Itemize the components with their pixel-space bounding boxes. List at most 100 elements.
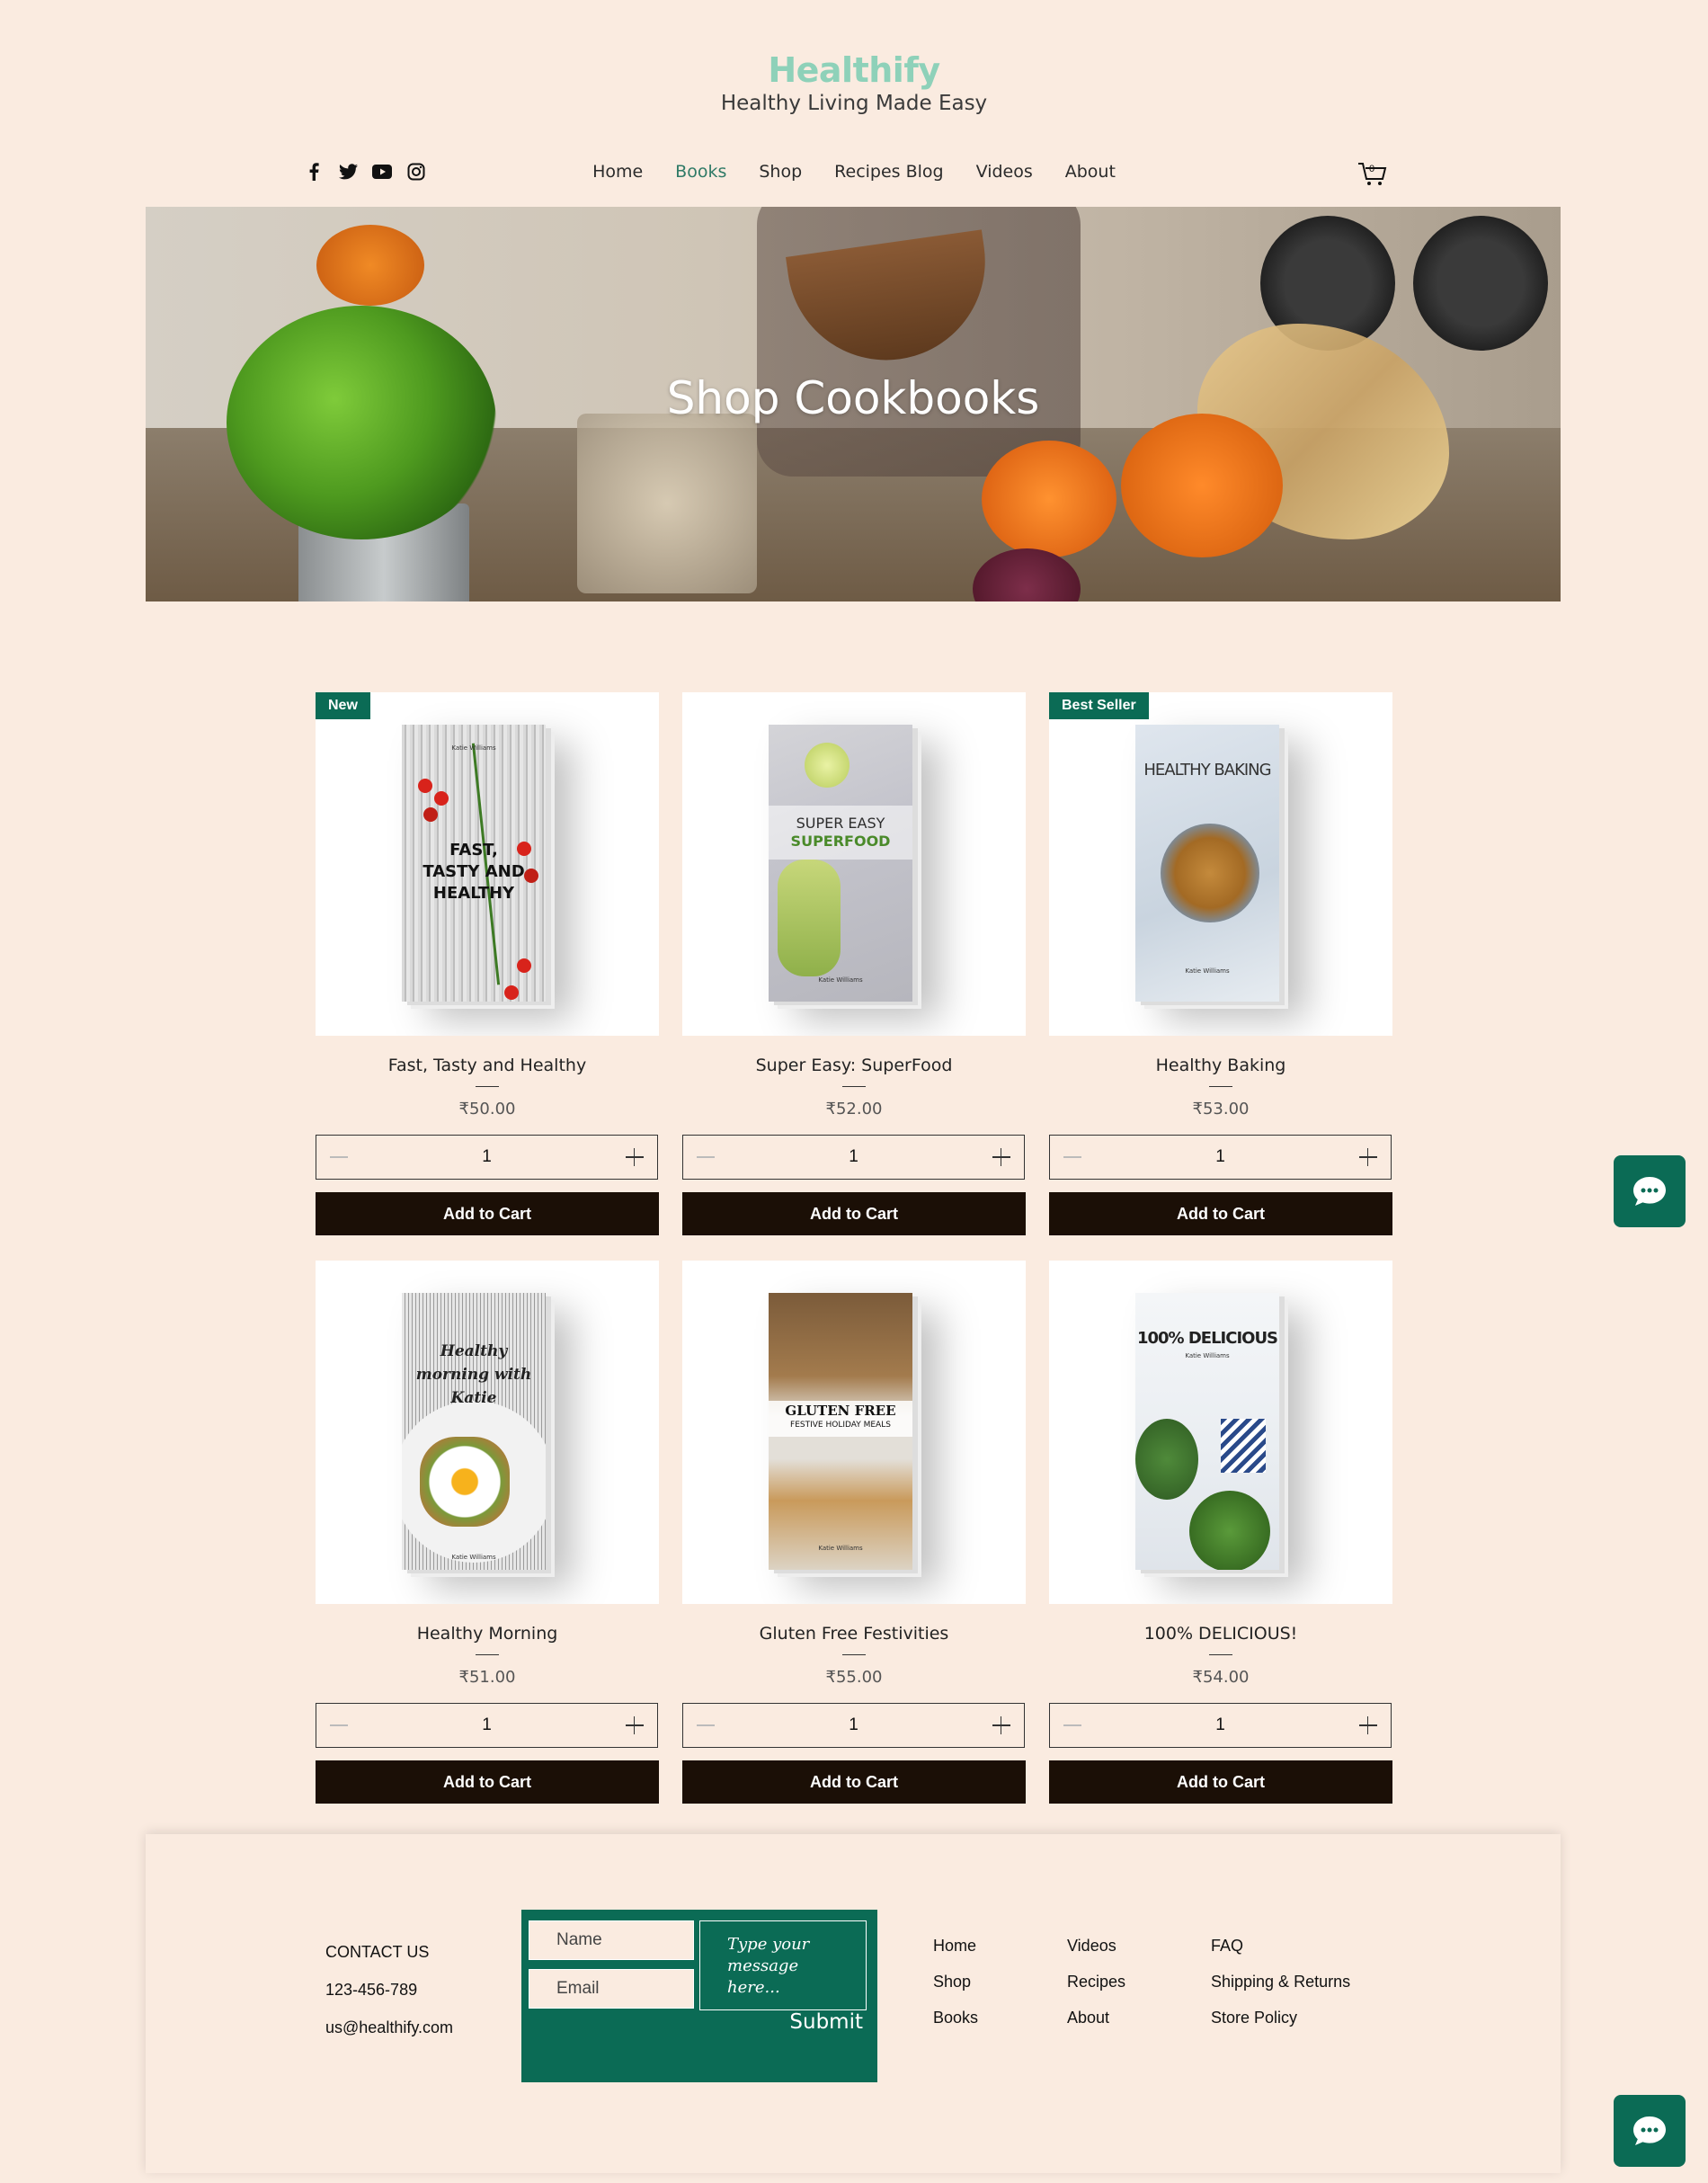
cover-subtitle: FESTIVE HOLIDAY MEALS xyxy=(790,1421,891,1430)
product-ribbon: New xyxy=(316,692,370,719)
cart-button[interactable]: 0 xyxy=(1357,160,1388,187)
decrease-quantity-button[interactable] xyxy=(1063,1147,1082,1167)
add-to-cart-button[interactable]: Add to Cart xyxy=(316,1760,659,1804)
increase-quantity-button[interactable] xyxy=(1358,1715,1378,1735)
quantity-stepper: 1 xyxy=(316,1135,658,1180)
product-name[interactable]: Healthy Morning xyxy=(316,1624,659,1644)
chat-icon xyxy=(1633,1177,1666,1206)
cover-title: HEALTHY BAKING xyxy=(1143,761,1271,780)
quantity-value[interactable]: 1 xyxy=(482,1147,492,1167)
increase-quantity-button[interactable] xyxy=(625,1147,645,1167)
increase-quantity-button[interactable] xyxy=(992,1147,1011,1167)
product-name[interactable]: Fast, Tasty and Healthy xyxy=(316,1056,659,1075)
contact-heading: CONTACT US xyxy=(325,1943,430,1961)
nav-videos[interactable]: Videos xyxy=(976,162,1033,182)
product-name[interactable]: Healthy Baking xyxy=(1049,1056,1392,1075)
chat-icon xyxy=(1633,2116,1666,2145)
quantity-value[interactable]: 1 xyxy=(482,1715,492,1735)
footer-link-store-policy[interactable]: Store Policy xyxy=(1211,2000,1350,2036)
contact-phone[interactable]: 123-456-789 xyxy=(325,1971,453,2009)
nav-shop[interactable]: Shop xyxy=(759,162,802,182)
product-name[interactable]: 100% DELICIOUS! xyxy=(1049,1624,1392,1644)
product-name[interactable]: Gluten Free Festivities xyxy=(682,1624,1026,1644)
product-card: Healthy morning with Katie Katie William… xyxy=(316,1261,659,1804)
cover-title: FAST, TASTY AND HEALTHY xyxy=(423,841,525,903)
contact-block: CONTACT US 123-456-789 us@healthify.com xyxy=(325,1933,453,2046)
cover-author: Katie Williams xyxy=(818,1545,863,1552)
submit-button[interactable]: Submit xyxy=(789,2010,863,2034)
site-footer: CONTACT US 123-456-789 us@healthify.com … xyxy=(146,1834,1561,2173)
product-divider xyxy=(1209,1086,1232,1087)
decrease-quantity-button[interactable] xyxy=(1063,1715,1082,1735)
decrease-quantity-button[interactable] xyxy=(329,1147,349,1167)
site-logo[interactable]: Healthify xyxy=(0,50,1708,90)
add-to-cart-button[interactable]: Add to Cart xyxy=(316,1192,659,1235)
nav-books[interactable]: Books xyxy=(675,162,726,182)
add-to-cart-button[interactable]: Add to Cart xyxy=(682,1760,1026,1804)
increase-quantity-button[interactable] xyxy=(992,1715,1011,1735)
decrease-quantity-button[interactable] xyxy=(696,1715,716,1735)
footer-links-col3: FAQ Shipping & Returns Store Policy xyxy=(1211,1928,1350,2036)
footer-link-about[interactable]: About xyxy=(1067,2000,1125,2036)
site-brand: Healthify Healthy Living Made Easy xyxy=(0,50,1708,115)
product-price: ₹50.00 xyxy=(458,1100,516,1118)
chat-button-footer[interactable] xyxy=(1614,2095,1686,2167)
product-name[interactable]: Super Easy: SuperFood xyxy=(682,1056,1026,1075)
quantity-value[interactable]: 1 xyxy=(1215,1147,1225,1167)
footer-link-recipes[interactable]: Recipes xyxy=(1067,1964,1125,2000)
product-image[interactable]: Best Seller HEALTHY BAKING Katie William… xyxy=(1049,692,1392,1036)
footer-links-col1: Home Shop Books xyxy=(933,1928,978,2036)
quantity-stepper: 1 xyxy=(682,1135,1025,1180)
book-cover: FAST, TASTY AND HEALTHY Katie Williams xyxy=(402,725,564,1002)
footer-link-faq[interactable]: FAQ xyxy=(1211,1928,1350,1964)
decrease-quantity-button[interactable] xyxy=(329,1715,349,1735)
quantity-value[interactable]: 1 xyxy=(1215,1715,1225,1735)
product-image[interactable]: 100% DELICIOUS Katie Williams xyxy=(1049,1261,1392,1604)
product-divider xyxy=(842,1086,866,1087)
increase-quantity-button[interactable] xyxy=(1358,1147,1378,1167)
product-image[interactable]: Healthy morning with Katie Katie William… xyxy=(316,1261,659,1604)
book-cover: 100% DELICIOUS Katie Williams xyxy=(1135,1293,1297,1570)
quantity-stepper: 1 xyxy=(1049,1135,1392,1180)
chat-button[interactable] xyxy=(1614,1155,1686,1227)
add-to-cart-button[interactable]: Add to Cart xyxy=(1049,1760,1392,1804)
book-cover: Healthy morning with Katie Katie William… xyxy=(402,1293,564,1570)
contact-form: Name Email Type your message here... Sub… xyxy=(521,1910,877,2082)
decrease-quantity-button[interactable] xyxy=(696,1147,716,1167)
quantity-value[interactable]: 1 xyxy=(849,1147,858,1167)
product-grid: New FAST, TASTY AND HEALTHY Katie Willia… xyxy=(316,692,1392,1804)
footer-link-home[interactable]: Home xyxy=(933,1928,978,1964)
hero-title: Shop Cookbooks xyxy=(666,372,1040,424)
footer-link-shop[interactable]: Shop xyxy=(933,1964,978,2000)
product-price: ₹55.00 xyxy=(825,1668,883,1687)
add-to-cart-button[interactable]: Add to Cart xyxy=(1049,1192,1392,1235)
contact-email[interactable]: us@healthify.com xyxy=(325,2009,453,2046)
cover-author: Katie Williams xyxy=(1185,967,1230,975)
product-divider xyxy=(1209,1654,1232,1655)
nav-about[interactable]: About xyxy=(1065,162,1116,182)
cover-title: Healthy morning with Katie xyxy=(415,1342,532,1407)
footer-link-videos[interactable]: Videos xyxy=(1067,1928,1125,1964)
product-price: ₹51.00 xyxy=(458,1668,516,1687)
name-field[interactable]: Name xyxy=(529,1920,694,1960)
product-divider xyxy=(476,1086,499,1087)
product-price: ₹54.00 xyxy=(1192,1668,1250,1687)
hero-pepper xyxy=(1121,414,1283,557)
product-card: 100% DELICIOUS Katie Williams 100% DELIC… xyxy=(1049,1261,1392,1804)
product-image[interactable]: New FAST, TASTY AND HEALTHY Katie Willia… xyxy=(316,692,659,1036)
footer-link-books[interactable]: Books xyxy=(933,2000,978,2036)
quantity-value[interactable]: 1 xyxy=(849,1715,858,1735)
cart-count: 0 xyxy=(1369,164,1375,174)
footer-link-shipping-returns[interactable]: Shipping & Returns xyxy=(1211,1964,1350,2000)
nav-recipes-blog[interactable]: Recipes Blog xyxy=(834,162,943,182)
footer-links-col2: Videos Recipes About xyxy=(1067,1928,1125,2036)
increase-quantity-button[interactable] xyxy=(625,1715,645,1735)
message-field[interactable]: Type your message here... xyxy=(699,1920,867,2010)
product-image[interactable]: SUPER EASY SUPERFOOD Katie Williams xyxy=(682,692,1026,1036)
nav-home[interactable]: Home xyxy=(592,162,643,182)
email-field[interactable]: Email xyxy=(529,1969,694,2009)
product-image[interactable]: GLUTEN FREE FESTIVE HOLIDAY MEALS Katie … xyxy=(682,1261,1026,1604)
add-to-cart-button[interactable]: Add to Cart xyxy=(682,1192,1026,1235)
book-cover: GLUTEN FREE FESTIVE HOLIDAY MEALS Katie … xyxy=(769,1293,930,1570)
hero-pans xyxy=(1260,216,1557,351)
